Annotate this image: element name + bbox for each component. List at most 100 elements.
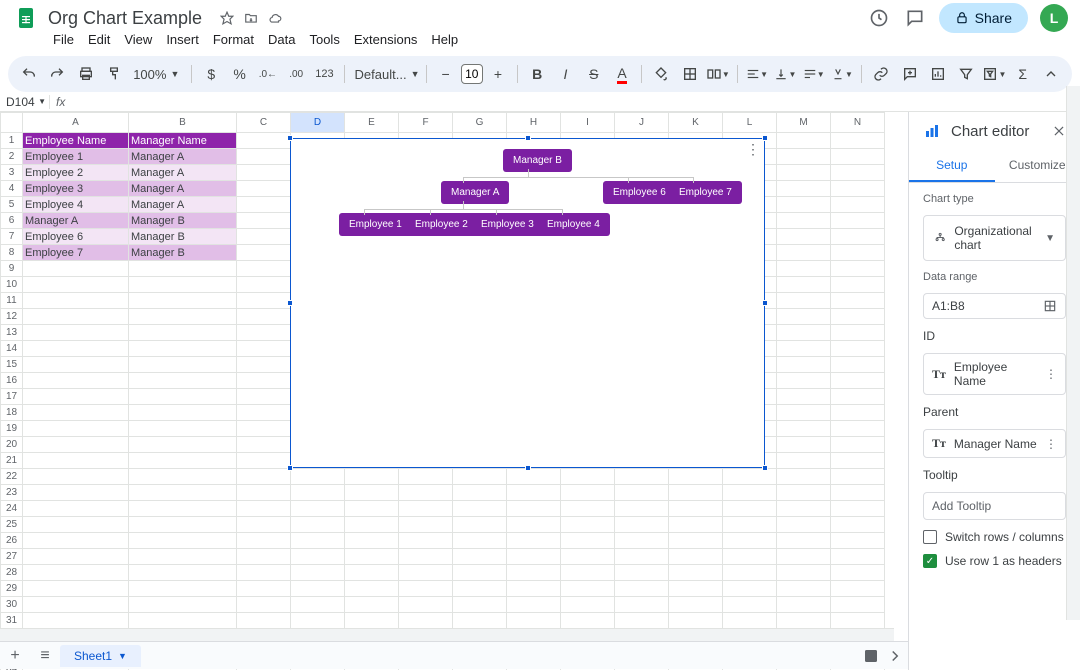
text-rotation-icon[interactable]: ▼ [829, 61, 855, 87]
cell[interactable]: Employee 6 [23, 229, 129, 245]
cell[interactable] [669, 597, 723, 613]
cell[interactable] [453, 517, 507, 533]
cell[interactable] [453, 533, 507, 549]
cell[interactable] [723, 581, 777, 597]
cell[interactable] [561, 597, 615, 613]
cell[interactable] [831, 597, 885, 613]
cell[interactable] [831, 245, 885, 261]
cell[interactable] [561, 517, 615, 533]
star-icon[interactable] [220, 11, 234, 25]
cell[interactable] [129, 293, 237, 309]
column-header[interactable]: D [291, 113, 345, 133]
cell[interactable] [237, 517, 291, 533]
cell[interactable] [669, 517, 723, 533]
print-icon[interactable] [73, 61, 99, 87]
text-color-icon[interactable]: A [609, 61, 635, 87]
more-formats-icon[interactable]: 123 [311, 61, 337, 87]
cell[interactable] [237, 181, 291, 197]
font-size-input[interactable] [461, 64, 483, 84]
cell[interactable]: Employee 7 [23, 245, 129, 261]
cell[interactable] [831, 133, 885, 149]
cell[interactable] [237, 357, 291, 373]
decrease-font-icon[interactable]: − [432, 61, 458, 87]
cell[interactable] [23, 517, 129, 533]
cell[interactable] [345, 565, 399, 581]
parent-field-select[interactable]: Tт Manager Name⋮ [923, 429, 1066, 458]
cell[interactable] [831, 341, 885, 357]
cell[interactable] [345, 549, 399, 565]
cell[interactable] [453, 501, 507, 517]
history-icon[interactable] [867, 6, 891, 30]
cell[interactable] [831, 181, 885, 197]
italic-icon[interactable]: I [552, 61, 578, 87]
cloud-icon[interactable] [268, 11, 282, 25]
borders-icon[interactable] [676, 61, 702, 87]
cell[interactable] [777, 469, 831, 485]
cell[interactable]: Employee 2 [23, 165, 129, 181]
cell[interactable] [831, 325, 885, 341]
cell[interactable] [23, 341, 129, 357]
id-field-select[interactable]: Tт Employee Name⋮ [923, 353, 1066, 395]
cell[interactable] [507, 485, 561, 501]
all-sheets-icon[interactable]: ≡ [30, 647, 60, 665]
cell[interactable] [507, 533, 561, 549]
cell[interactable] [615, 565, 669, 581]
sheet-tab[interactable]: Sheet1▼ [60, 645, 141, 667]
cell[interactable]: Employee 1 [23, 149, 129, 165]
cell[interactable] [723, 533, 777, 549]
cell[interactable] [129, 469, 237, 485]
cell[interactable]: Manager B [129, 229, 237, 245]
paint-format-icon[interactable] [101, 61, 127, 87]
cell[interactable] [777, 341, 831, 357]
column-header[interactable]: B [129, 113, 237, 133]
cell[interactable] [561, 501, 615, 517]
cell[interactable] [615, 485, 669, 501]
column-header[interactable]: I [561, 113, 615, 133]
cell[interactable] [831, 405, 885, 421]
cell[interactable] [777, 197, 831, 213]
cell[interactable] [453, 549, 507, 565]
cell[interactable] [831, 485, 885, 501]
row-header[interactable]: 13 [1, 325, 23, 341]
cell[interactable] [615, 549, 669, 565]
cell[interactable] [561, 549, 615, 565]
cell[interactable] [453, 485, 507, 501]
row-header[interactable]: 29 [1, 581, 23, 597]
row-header[interactable]: 1 [1, 133, 23, 149]
cell[interactable] [23, 309, 129, 325]
cell[interactable] [23, 389, 129, 405]
menu-insert[interactable]: Insert [159, 30, 206, 52]
cell[interactable] [777, 405, 831, 421]
cell[interactable] [723, 549, 777, 565]
functions-icon[interactable]: Σ [1010, 61, 1036, 87]
cell[interactable] [237, 565, 291, 581]
cell[interactable] [23, 581, 129, 597]
cell[interactable] [777, 245, 831, 261]
cell[interactable] [777, 565, 831, 581]
move-icon[interactable] [244, 11, 258, 25]
cell[interactable] [561, 581, 615, 597]
document-title[interactable]: Org Chart Example [44, 7, 206, 30]
cell[interactable] [777, 293, 831, 309]
cell[interactable] [291, 565, 345, 581]
cell[interactable] [23, 533, 129, 549]
cell[interactable] [129, 533, 237, 549]
cell[interactable]: Manager A [129, 181, 237, 197]
row-header[interactable]: 24 [1, 501, 23, 517]
cell[interactable] [237, 389, 291, 405]
row-header[interactable]: 22 [1, 469, 23, 485]
avatar[interactable]: L [1040, 4, 1068, 32]
cell[interactable] [453, 581, 507, 597]
add-sheet-icon[interactable]: + [0, 647, 30, 665]
strikethrough-icon[interactable]: S [581, 61, 607, 87]
cell[interactable] [345, 469, 399, 485]
row-header[interactable]: 20 [1, 437, 23, 453]
cell[interactable] [831, 453, 885, 469]
cell[interactable]: Employee 4 [23, 197, 129, 213]
cell[interactable] [237, 373, 291, 389]
cell[interactable] [723, 485, 777, 501]
cell[interactable] [291, 501, 345, 517]
cell[interactable] [237, 277, 291, 293]
cell[interactable] [561, 565, 615, 581]
cell[interactable] [399, 469, 453, 485]
